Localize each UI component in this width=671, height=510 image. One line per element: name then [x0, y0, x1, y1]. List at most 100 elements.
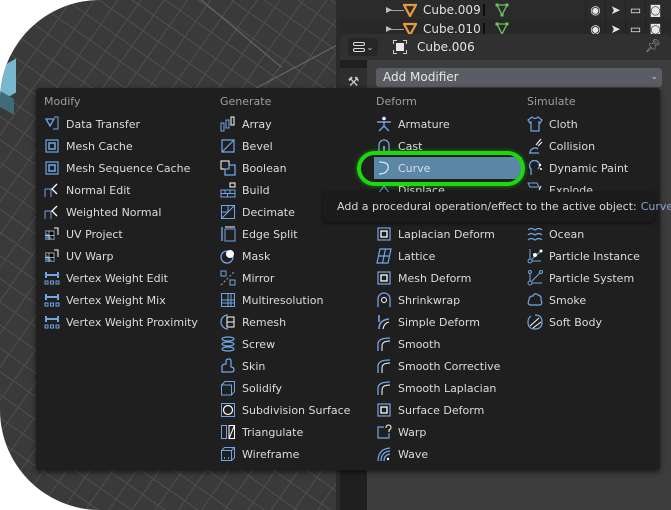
menu-item-label: Normal Edit — [66, 183, 131, 197]
menu-item-decimate[interactable]: Decimate — [218, 201, 295, 223]
menu-item-particle-instance[interactable]: Particle Instance — [525, 245, 640, 267]
menu-item-cloth[interactable]: Cloth — [525, 113, 578, 135]
menu-item-surface-deform[interactable]: Surface Deform — [374, 399, 484, 421]
menu-item-vertex-weight-proximity[interactable]: Vertex Weight Proximity — [42, 311, 198, 333]
eye-icon[interactable]: ◉ — [585, 0, 605, 20]
menu-item-label: Ocean — [549, 227, 585, 241]
menu-item-smooth-laplacian[interactable]: Smooth Laplacian — [374, 377, 496, 399]
menu-item-skin[interactable]: Skin — [218, 355, 265, 377]
menu-item-wave[interactable]: Wave — [374, 443, 428, 465]
menu-item-multiresolution[interactable]: Multiresolution — [218, 289, 324, 311]
triangulate-icon — [220, 424, 236, 440]
remesh-icon — [220, 314, 236, 330]
menu-item-label: Particle Instance — [549, 249, 640, 263]
menu-item-mirror[interactable]: Mirror — [218, 267, 274, 289]
build-icon — [220, 182, 236, 198]
menu-item-laplacian-deform[interactable]: Laplacian Deform — [374, 223, 495, 245]
menu-item-smoke[interactable]: Smoke — [525, 289, 586, 311]
monitor-icon[interactable]: ▭ — [625, 0, 645, 20]
menu-item-simple-deform[interactable]: Simple Deform — [374, 311, 480, 333]
menu-item-label: Smoke — [549, 293, 587, 307]
menu-item-triangulate[interactable]: Triangulate — [218, 421, 303, 443]
menu-item-dynamic-paint[interactable]: Dynamic Paint — [525, 157, 628, 179]
active-object-name: Cube.006 — [417, 40, 475, 54]
screw-icon — [220, 336, 236, 352]
menu-item-mask[interactable]: Mask — [218, 245, 270, 267]
solidify-icon — [220, 380, 236, 396]
camera-icon[interactable]: ◙ — [645, 0, 665, 20]
bevel-icon — [220, 138, 236, 154]
menu-item-label: Soft Body — [549, 315, 602, 329]
menu-item-label: Triangulate — [242, 425, 304, 439]
menu-item-uv-project[interactable]: UV Project — [42, 223, 123, 245]
collision-icon — [527, 138, 543, 154]
menu-item-array[interactable]: Array — [218, 113, 272, 135]
outliner-row[interactable]: Cube.009 ◉ ➤ ▭ ◙ — [340, 0, 671, 20]
chevron-down-icon: ⌄ — [366, 42, 374, 52]
menu-item-label: Boolean — [242, 161, 287, 175]
menu-item-label: Smooth Laplacian — [398, 381, 497, 395]
menu-item-label: Data Transfer — [66, 117, 140, 131]
menu-item-wireframe[interactable]: Wireframe — [218, 443, 299, 465]
object-icon — [403, 3, 417, 17]
menu-item-label: UV Warp — [66, 249, 114, 263]
menu-item-soft-body[interactable]: Soft Body — [525, 311, 602, 333]
mesh-sequence-cache-icon — [44, 160, 60, 176]
menu-item-solidify[interactable]: Solidify — [218, 377, 282, 399]
menu-item-smooth[interactable]: Smooth — [374, 333, 440, 355]
menu-item-uv-warp[interactable]: UV Warp — [42, 245, 114, 267]
menu-item-ocean[interactable]: Ocean — [525, 223, 584, 245]
smooth-corrective-icon — [376, 358, 392, 374]
menu-item-screw[interactable]: Screw — [218, 333, 275, 355]
menu-item-build[interactable]: Build — [218, 179, 270, 201]
menu-item-lattice[interactable]: Lattice — [374, 245, 435, 267]
editor-type-button[interactable]: ⌄ — [348, 38, 378, 56]
add-modifier-dropdown[interactable]: Add Modifier ⌄ — [376, 68, 662, 87]
menu-item-boolean[interactable]: Boolean — [218, 157, 287, 179]
menu-item-label: Screw — [242, 337, 276, 351]
vertex-weight-icon — [44, 314, 60, 330]
menu-item-collision[interactable]: Collision — [525, 135, 595, 157]
mesh-cache-icon — [44, 138, 60, 154]
menu-item-armature[interactable]: Armature — [374, 113, 450, 135]
menu-item-warp[interactable]: Warp — [374, 421, 426, 443]
menu-item-weighted-normal[interactable]: Weighted Normal — [42, 201, 161, 223]
grid-axis-line — [189, 0, 283, 69]
menu-item-subdivision-surface[interactable]: Subdivision Surface — [218, 399, 350, 421]
chevron-down-icon: ⌄ — [650, 72, 658, 82]
tooltip: Add a procedural operation/effect to the… — [323, 192, 671, 222]
menu-item-vertex-weight-mix[interactable]: Vertex Weight Mix — [42, 289, 166, 311]
menu-item-mesh-deform[interactable]: Mesh Deform — [374, 267, 471, 289]
mesh-data-icon[interactable] — [495, 3, 509, 17]
menu-item-particle-system[interactable]: Particle System — [525, 267, 634, 289]
menu-item-label: Vertex Weight Edit — [66, 271, 168, 285]
menu-item-normal-edit[interactable]: Normal Edit — [42, 179, 131, 201]
particle-instance-icon — [527, 248, 543, 264]
menu-item-bevel[interactable]: Bevel — [218, 135, 273, 157]
soft-body-icon — [527, 314, 543, 330]
menu-item-label: Bevel — [242, 139, 273, 153]
menu-item-label: Lattice — [398, 249, 436, 263]
menu-item-curve[interactable]: Curve — [374, 157, 522, 179]
menu-item-label: Wave — [398, 447, 429, 461]
menu-item-label: Cloth — [549, 117, 578, 131]
menu-item-vertex-weight-edit[interactable]: Vertex Weight Edit — [42, 267, 168, 289]
surface-deform-icon — [376, 402, 392, 418]
menu-item-remesh[interactable]: Remesh — [218, 311, 286, 333]
menu-item-label: Cast — [398, 139, 423, 153]
mirror-icon — [220, 270, 236, 286]
menu-item-smooth-corrective[interactable]: Smooth Corrective — [374, 355, 500, 377]
menu-item-label: Mesh Deform — [398, 271, 472, 285]
menu-item-cast[interactable]: Cast — [374, 135, 422, 157]
menu-item-mesh-sequence-cache[interactable]: Mesh Sequence Cache — [42, 157, 190, 179]
warp-icon — [376, 424, 392, 440]
menu-item-mesh-cache[interactable]: Mesh Cache — [42, 135, 133, 157]
menu-item-data-transfer[interactable]: Data Transfer — [42, 113, 140, 135]
menu-item-label: Laplacian Deform — [398, 227, 495, 241]
menu-item-label: Armature — [398, 117, 450, 131]
menu-item-label: Smooth Corrective — [398, 359, 501, 373]
select-arrow-icon[interactable]: ➤ — [605, 0, 625, 20]
menu-item-edge-split[interactable]: Edge Split — [218, 223, 298, 245]
pin-icon[interactable]: 📌︎ — [644, 39, 661, 54]
menu-item-shrinkwrap[interactable]: Shrinkwrap — [374, 289, 460, 311]
